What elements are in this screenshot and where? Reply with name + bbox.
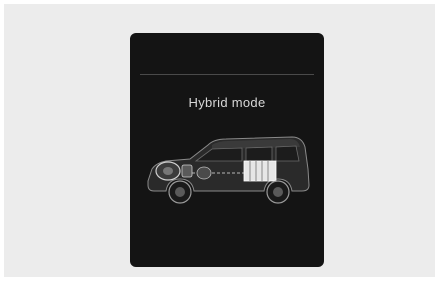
cluster-display: Hybrid mode <box>130 33 324 267</box>
drive-mode-label: Hybrid mode <box>188 95 266 110</box>
header-divider <box>140 74 314 75</box>
engine-icon <box>155 161 193 181</box>
figure-background: Hybrid mode <box>4 4 435 277</box>
battery-pack-icon <box>243 160 277 182</box>
suv-cutaway-icon <box>147 136 310 204</box>
